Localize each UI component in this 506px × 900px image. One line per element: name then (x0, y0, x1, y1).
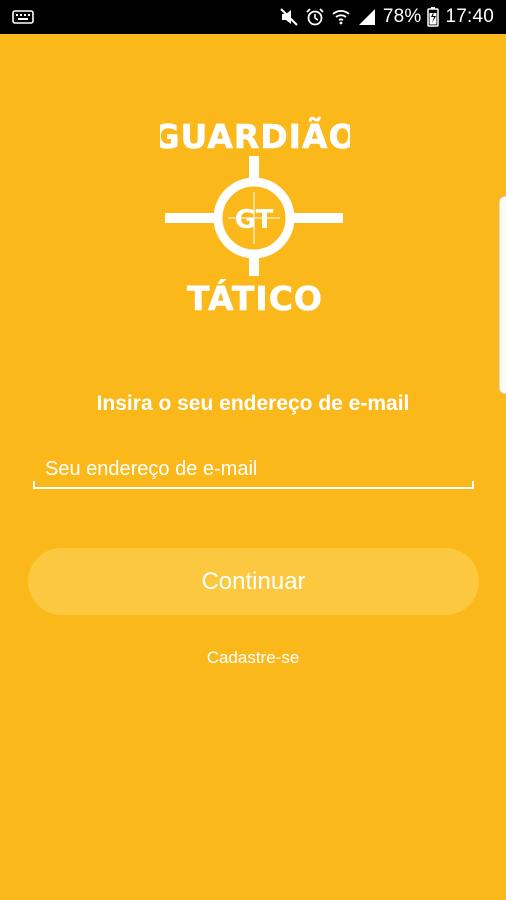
battery-icon (427, 7, 440, 27)
status-bar: 78% 17:40 (0, 0, 506, 34)
battery-percent: 78% (382, 6, 422, 27)
signup-link[interactable]: Cadastre-se (0, 648, 506, 668)
app-logo: GUARDIÃO GT TÁTICO (152, 112, 357, 322)
logo-line2: TÁTICO (187, 278, 323, 318)
email-prompt: Insira o seu endereço de e-mail (96, 392, 410, 415)
signal-icon (357, 8, 377, 26)
field-corner-right (472, 481, 474, 489)
logo-line1: GUARDIÃO (160, 116, 350, 156)
email-field[interactable] (33, 447, 474, 489)
continue-button[interactable]: Continuar (28, 548, 479, 615)
edge-panel-handle[interactable] (499, 196, 506, 394)
wifi-icon (331, 8, 351, 26)
keyboard-icon (12, 9, 34, 25)
logo-center: GT (235, 205, 274, 235)
field-corner-left (33, 481, 35, 489)
alarm-icon (305, 7, 325, 27)
mute-icon (279, 7, 299, 27)
clock: 17:40 (445, 6, 494, 27)
email-input[interactable] (33, 447, 474, 489)
